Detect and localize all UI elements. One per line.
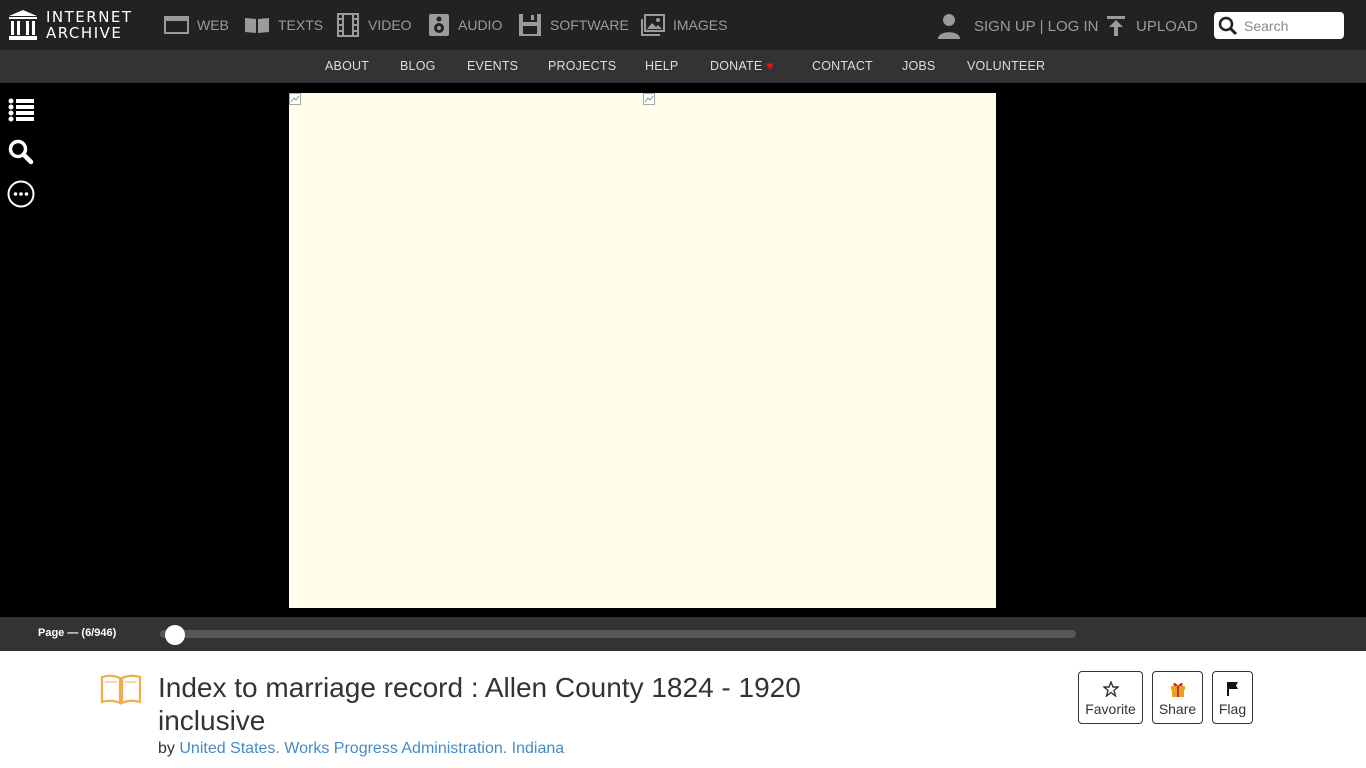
web-icon bbox=[164, 16, 189, 34]
share-button[interactable]: Share bbox=[1152, 671, 1203, 724]
internet-archive-logo[interactable]: INTERNET ARCHIVE bbox=[8, 7, 133, 43]
subnav-volunteer[interactable]: VOLUNTEER bbox=[967, 59, 1045, 73]
heart-icon: ♥ bbox=[766, 59, 774, 73]
item-byline: by United States. Works Progress Adminis… bbox=[158, 740, 564, 758]
user-icon bbox=[938, 14, 960, 39]
nav-software-label: SOFTWARE bbox=[550, 17, 629, 33]
logo-text: INTERNET ARCHIVE bbox=[46, 9, 133, 41]
table-of-contents-button[interactable] bbox=[7, 96, 35, 124]
list-icon bbox=[8, 98, 34, 122]
page-slider-track[interactable] bbox=[160, 630, 1076, 638]
author-link[interactable]: United States. Works Progress Administra… bbox=[179, 740, 564, 757]
image-icon bbox=[641, 14, 665, 36]
subnav-help[interactable]: HELP bbox=[645, 59, 678, 73]
search-box bbox=[1214, 12, 1344, 39]
nav-images[interactable]: IMAGES bbox=[641, 12, 727, 38]
speaker-icon bbox=[429, 14, 449, 36]
favorite-label: Favorite bbox=[1085, 700, 1136, 717]
flag-icon bbox=[1226, 681, 1238, 696]
more-options-button[interactable] bbox=[7, 180, 35, 208]
subnav-jobs[interactable]: JOBS bbox=[902, 59, 935, 73]
signup-login-link[interactable]: SIGN UP | LOG IN bbox=[938, 12, 1098, 40]
upload-label: UPLOAD bbox=[1136, 17, 1198, 35]
item-details: Index to marriage record : Allen County … bbox=[0, 651, 1366, 768]
book-icon bbox=[245, 18, 269, 33]
nav-texts-label: TEXTS bbox=[278, 17, 324, 33]
upload-icon bbox=[1107, 16, 1125, 36]
subnav-events[interactable]: EVENTS bbox=[467, 59, 518, 73]
subnav-about[interactable]: ABOUT bbox=[325, 59, 369, 73]
gift-icon bbox=[1170, 682, 1185, 697]
subnav-donate-label: DONATE bbox=[710, 59, 763, 73]
nav-images-label: IMAGES bbox=[673, 17, 728, 33]
page-slider-handle[interactable] bbox=[164, 625, 185, 645]
subnav-contact[interactable]: CONTACT bbox=[812, 59, 873, 73]
share-label: Share bbox=[1158, 700, 1197, 717]
search-inside-button[interactable] bbox=[7, 138, 35, 166]
book-page-right[interactable] bbox=[643, 93, 996, 608]
book-reader bbox=[0, 83, 1366, 617]
flag-button[interactable]: Flag bbox=[1212, 671, 1253, 724]
top-nav-bar: INTERNET ARCHIVE WEB TEXTS VIDEO AUDIO S… bbox=[0, 0, 1366, 50]
logo-line-2: ARCHIVE bbox=[46, 24, 123, 42]
nav-software[interactable]: SOFTWARE bbox=[518, 12, 629, 38]
subnav-blog[interactable]: BLOG bbox=[400, 59, 436, 73]
nav-audio[interactable]: AUDIO bbox=[428, 12, 502, 38]
nav-video[interactable]: VIDEO bbox=[336, 12, 412, 38]
book-page-left[interactable] bbox=[289, 93, 643, 608]
nav-texts[interactable]: TEXTS bbox=[244, 12, 323, 38]
subnav-donate[interactable]: DONATE ♥ bbox=[710, 59, 774, 73]
nav-video-label: VIDEO bbox=[368, 17, 412, 33]
film-icon bbox=[337, 13, 359, 37]
page-number-label: Page — (6/946) bbox=[38, 627, 117, 639]
texts-book-icon bbox=[100, 674, 142, 705]
floppy-disk-icon bbox=[519, 14, 541, 36]
page-navigation-bar: Page — (6/946) bbox=[0, 617, 1366, 651]
by-prefix: by bbox=[158, 740, 175, 757]
logo-line-1: INTERNET bbox=[46, 8, 133, 26]
broken-image-icon bbox=[289, 93, 301, 105]
subnav-projects[interactable]: PROJECTS bbox=[548, 59, 616, 73]
nav-web-label: WEB bbox=[197, 17, 229, 33]
upload-link[interactable]: UPLOAD bbox=[1106, 12, 1198, 40]
nav-audio-label: AUDIO bbox=[458, 17, 503, 33]
archive-building-icon bbox=[9, 10, 37, 40]
broken-image-icon bbox=[643, 93, 655, 105]
search-input[interactable] bbox=[1244, 17, 1340, 34]
secondary-nav: ABOUT BLOG EVENTS PROJECTS HELP DONATE ♥ … bbox=[0, 50, 1366, 83]
flag-label: Flag bbox=[1218, 700, 1247, 717]
more-icon bbox=[7, 180, 35, 208]
favorite-button[interactable]: Favorite bbox=[1078, 671, 1143, 724]
search-icon bbox=[8, 139, 34, 165]
item-title: Index to marriage record : Allen County … bbox=[158, 672, 801, 736]
nav-web[interactable]: WEB bbox=[164, 12, 229, 38]
signup-login-label: SIGN UP | LOG IN bbox=[974, 17, 1099, 35]
star-icon bbox=[1102, 680, 1119, 697]
search-icon[interactable] bbox=[1218, 16, 1238, 36]
